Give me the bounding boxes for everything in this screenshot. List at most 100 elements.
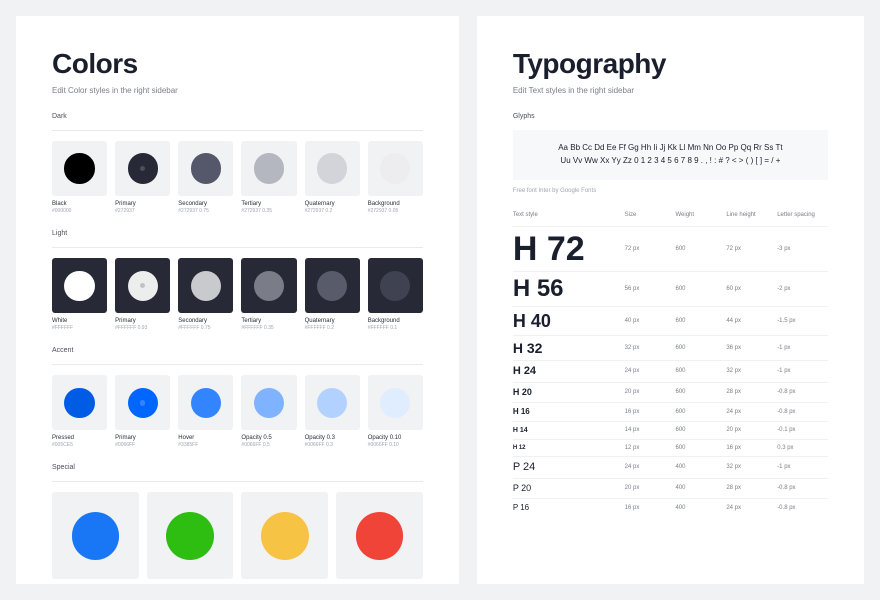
swatch-name: Background bbox=[368, 201, 423, 207]
type-size: 40 px bbox=[625, 318, 676, 324]
glyphs-label: Glyphs bbox=[513, 113, 828, 120]
swatch-hex: #0066FF 0.5 bbox=[241, 442, 296, 448]
type-size: 16 px bbox=[625, 505, 676, 511]
th-ls: Letter spacing bbox=[777, 212, 828, 218]
swatch-name: Hover bbox=[178, 435, 233, 441]
swatch-name: Opacity 0.5 bbox=[241, 435, 296, 441]
swatch bbox=[241, 492, 328, 584]
swatch: Background#FFFFFF 0.1 bbox=[368, 258, 423, 331]
type-sample: H 72 bbox=[513, 232, 625, 266]
swatch-hex: #272937 0.75 bbox=[178, 208, 233, 214]
type-size: 12 px bbox=[625, 445, 676, 451]
swatch-inner-dot bbox=[140, 400, 145, 405]
type-sample: P 16 bbox=[513, 504, 625, 512]
swatch-name: Background bbox=[368, 318, 423, 324]
swatch-hex: #FFFFFF 0.2 bbox=[305, 325, 360, 331]
type-row: H 1212 px60016 px0.3 px bbox=[513, 439, 828, 456]
swatch-hex: #FFFFFF bbox=[52, 325, 107, 331]
th-weight: Weight bbox=[676, 212, 727, 218]
swatch-name: White bbox=[52, 318, 107, 324]
swatch-tile bbox=[368, 141, 423, 196]
type-weight: 600 bbox=[676, 409, 727, 415]
type-row: H 3232 px60036 px-1 px bbox=[513, 335, 828, 360]
type-ls: -1.5 px bbox=[777, 318, 828, 324]
swatch-circle bbox=[191, 388, 221, 418]
type-sample: H 32 bbox=[513, 341, 625, 355]
swatch-circle bbox=[261, 512, 309, 560]
swatch: Opacity 0.3#0066FF 0.3 bbox=[305, 375, 360, 448]
type-lh: 16 px bbox=[726, 445, 777, 451]
color-section-label: Dark bbox=[52, 113, 423, 120]
swatch-tile bbox=[52, 375, 107, 430]
swatch: Tertiary#272937 0.35 bbox=[241, 141, 296, 214]
swatch-tile bbox=[147, 492, 234, 579]
swatch-tile bbox=[178, 141, 233, 196]
type-weight: 600 bbox=[676, 368, 727, 374]
typography-panel: Typography Edit Text styles in the right… bbox=[477, 16, 864, 584]
swatch-row: White#FFFFFFPrimary#FFFFFF 0.93Secondary… bbox=[52, 258, 423, 331]
swatch-circle bbox=[72, 512, 120, 560]
type-weight: 600 bbox=[676, 389, 727, 395]
swatch-hex: #0066FF 0.10 bbox=[368, 442, 423, 448]
type-sample: H 20 bbox=[513, 388, 625, 397]
type-weight: 400 bbox=[676, 464, 727, 470]
swatch-tile bbox=[52, 141, 107, 196]
swatch-tile bbox=[178, 375, 233, 430]
type-ls: -1 px bbox=[777, 345, 828, 351]
swatch: Opacity 0.5#0066FF 0.5 bbox=[241, 375, 296, 448]
swatch-circle bbox=[380, 271, 410, 301]
swatch-circle bbox=[317, 153, 347, 183]
color-section-label: Light bbox=[52, 230, 423, 237]
swatch-tile bbox=[241, 141, 296, 196]
colors-subtitle: Edit Color styles in the right sidebar bbox=[52, 86, 423, 95]
type-ls: -0.8 px bbox=[777, 409, 828, 415]
swatch-name: Opacity 0.3 bbox=[305, 435, 360, 441]
th-size: Size bbox=[625, 212, 676, 218]
glyph-box: Aa Bb Cc Dd Ee Ff Gg Hh Ii Jj Kk Ll Mm N… bbox=[513, 130, 828, 180]
type-size: 24 px bbox=[625, 368, 676, 374]
type-weight: 400 bbox=[676, 485, 727, 491]
type-lh: 24 px bbox=[726, 409, 777, 415]
swatch-tile bbox=[241, 258, 296, 313]
swatch-hex: #272937 0.05 bbox=[368, 208, 423, 214]
type-weight: 600 bbox=[676, 286, 727, 292]
swatch-circle bbox=[191, 271, 221, 301]
swatch-tile bbox=[115, 141, 170, 196]
swatch bbox=[52, 492, 139, 584]
color-section-label: Accent bbox=[52, 347, 423, 354]
type-row: H 5656 px60060 px-2 px bbox=[513, 271, 828, 306]
swatch-circle bbox=[128, 271, 158, 301]
type-lh: 32 px bbox=[726, 464, 777, 470]
swatch-circle bbox=[254, 388, 284, 418]
swatch-circle bbox=[317, 271, 347, 301]
font-note: Free font Inter by Google Fonts bbox=[513, 188, 828, 194]
swatch-tile bbox=[305, 258, 360, 313]
swatch-name: Primary bbox=[115, 318, 170, 324]
swatch-circle bbox=[128, 153, 158, 183]
type-lh: 36 px bbox=[726, 345, 777, 351]
swatch-hex: #272937 0.2 bbox=[305, 208, 360, 214]
color-section-label: Special bbox=[52, 464, 423, 471]
glyph-line-1: Aa Bb Cc Dd Ee Ff Gg Hh Ii Jj Kk Ll Mm N… bbox=[527, 142, 814, 155]
swatch-tile bbox=[305, 375, 360, 430]
type-ls: -1 px bbox=[777, 368, 828, 374]
swatch: Quaternary#272937 0.2 bbox=[305, 141, 360, 214]
swatch-tile bbox=[52, 258, 107, 313]
type-weight: 600 bbox=[676, 318, 727, 324]
swatch-hex: #0066FF bbox=[115, 442, 170, 448]
colors-panel: Colors Edit Color styles in the right si… bbox=[16, 16, 459, 584]
typography-subtitle: Edit Text styles in the right sidebar bbox=[513, 86, 828, 95]
swatch-hex: #272937 bbox=[115, 208, 170, 214]
swatch-name: Black bbox=[52, 201, 107, 207]
swatch-circle bbox=[380, 153, 410, 183]
swatch-hex: #FFFFFF 0.75 bbox=[178, 325, 233, 331]
type-row: H 2424 px60032 px-1 px bbox=[513, 360, 828, 382]
type-ls: -3 px bbox=[777, 246, 828, 252]
swatch: Primary#272937 bbox=[115, 141, 170, 214]
swatch-tile bbox=[368, 375, 423, 430]
swatch: Quaternary#FFFFFF 0.2 bbox=[305, 258, 360, 331]
swatch-inner-dot bbox=[140, 283, 145, 288]
type-sample: H 12 bbox=[513, 445, 625, 451]
th-style: Text style bbox=[513, 212, 625, 218]
type-sample: H 16 bbox=[513, 408, 625, 416]
